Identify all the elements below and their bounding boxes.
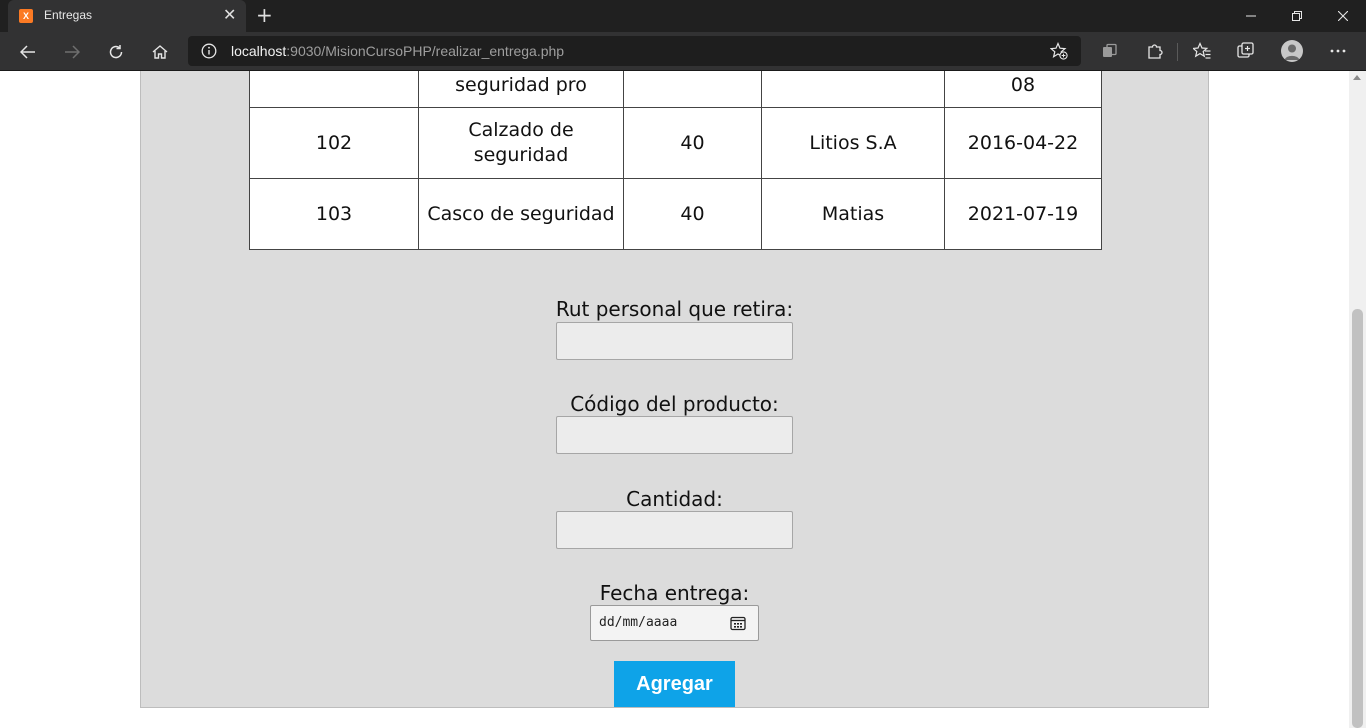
cell-cantidad: 40 (623, 178, 762, 250)
collections-icon[interactable] (1099, 40, 1121, 62)
entregas-table: 100 seguridad pro 45 Vicsa S.A 08 102 Ca… (249, 71, 1102, 250)
cell-fecha: 2021-07-19 (944, 178, 1102, 250)
xampp-favicon-icon: X (19, 9, 33, 23)
tab-title: Entregas (44, 8, 93, 22)
home-icon[interactable] (147, 39, 173, 65)
cell-fecha: 2016-04-22 (944, 107, 1102, 179)
window-close-icon[interactable] (1320, 0, 1366, 32)
forward-icon[interactable] (59, 39, 85, 65)
cell-cantidad: 40 (623, 107, 762, 179)
cell-fecha: 08 (944, 71, 1102, 108)
new-tab-icon[interactable]: + (256, 4, 273, 26)
url-text: localhost:9030/MisionCursoPHP/realizar_e… (231, 43, 564, 59)
fecha-placeholder: dd/mm/aaaa (599, 615, 678, 630)
codigo-label: Código del producto: (570, 392, 779, 416)
cantidad-input[interactable] (556, 511, 793, 549)
address-bar[interactable]: localhost:9030/MisionCursoPHP/realizar_e… (188, 36, 1081, 66)
extensions-icon[interactable] (1143, 40, 1165, 62)
browser-toolbar: localhost:9030/MisionCursoPHP/realizar_e… (0, 32, 1366, 71)
cell-proveedor: Vicsa S.A (761, 71, 945, 108)
page-viewport: 100 seguridad pro 45 Vicsa S.A 08 102 Ca… (0, 71, 1349, 728)
agregar-button[interactable]: Agregar (614, 661, 735, 707)
fecha-date-input[interactable]: dd/mm/aaaa (590, 605, 759, 641)
scroll-thumb[interactable] (1352, 309, 1363, 728)
more-icon[interactable] (1327, 40, 1349, 62)
cell-producto: Calzado de seguridad (418, 107, 624, 179)
cell-proveedor: Litios S.A (761, 107, 945, 179)
favorites-icon[interactable] (1191, 40, 1213, 62)
entregas-table-wrapper: 100 seguridad pro 45 Vicsa S.A 08 102 Ca… (249, 71, 1102, 250)
cell-producto: seguridad pro (418, 71, 624, 108)
table-row: 103 Casco de seguridad 40 Matias 2021-07… (249, 178, 1102, 250)
cell-cantidad: 45 (623, 71, 762, 108)
tab-entregas[interactable]: X Entregas ✕ (8, 0, 246, 32)
cell-codigo: 103 (249, 178, 419, 250)
toolbar-divider (1177, 43, 1178, 61)
tab-strip: X Entregas ✕ + (0, 0, 1366, 32)
cell-proveedor: Matias (761, 178, 945, 250)
page-scrollbar[interactable] (1349, 71, 1366, 728)
scroll-up-icon[interactable] (1353, 75, 1361, 80)
url-host: localhost (231, 43, 287, 59)
calendar-icon[interactable] (730, 615, 746, 635)
cell-codigo: 102 (249, 107, 419, 179)
cantidad-label: Cantidad: (626, 487, 723, 511)
rut-label: Rut personal que retira: (555, 297, 794, 321)
refresh-icon[interactable] (103, 39, 129, 65)
table-row: 100 seguridad pro 45 Vicsa S.A 08 (249, 71, 1102, 108)
url-path: :9030/MisionCursoPHP/realizar_entrega.ph… (286, 43, 565, 59)
favorite-add-icon[interactable] (1049, 41, 1068, 64)
fecha-label: Fecha entrega: (599, 581, 750, 605)
restore-icon[interactable] (1274, 0, 1320, 32)
content-panel: 100 seguridad pro 45 Vicsa S.A 08 102 Ca… (140, 71, 1209, 708)
info-icon[interactable] (201, 43, 217, 63)
rut-input[interactable] (556, 322, 793, 360)
tab-close-icon[interactable]: ✕ (223, 6, 236, 24)
minimize-icon[interactable] (1228, 0, 1274, 32)
cell-codigo: 100 (249, 71, 419, 108)
tab-actions-icon[interactable] (1235, 40, 1257, 62)
back-icon[interactable] (15, 39, 41, 65)
table-row: 102 Calzado de seguridad 40 Litios S.A 2… (249, 107, 1102, 179)
cell-producto: Casco de seguridad (418, 178, 624, 250)
profile-icon[interactable] (1281, 40, 1303, 62)
codigo-input[interactable] (556, 416, 793, 454)
